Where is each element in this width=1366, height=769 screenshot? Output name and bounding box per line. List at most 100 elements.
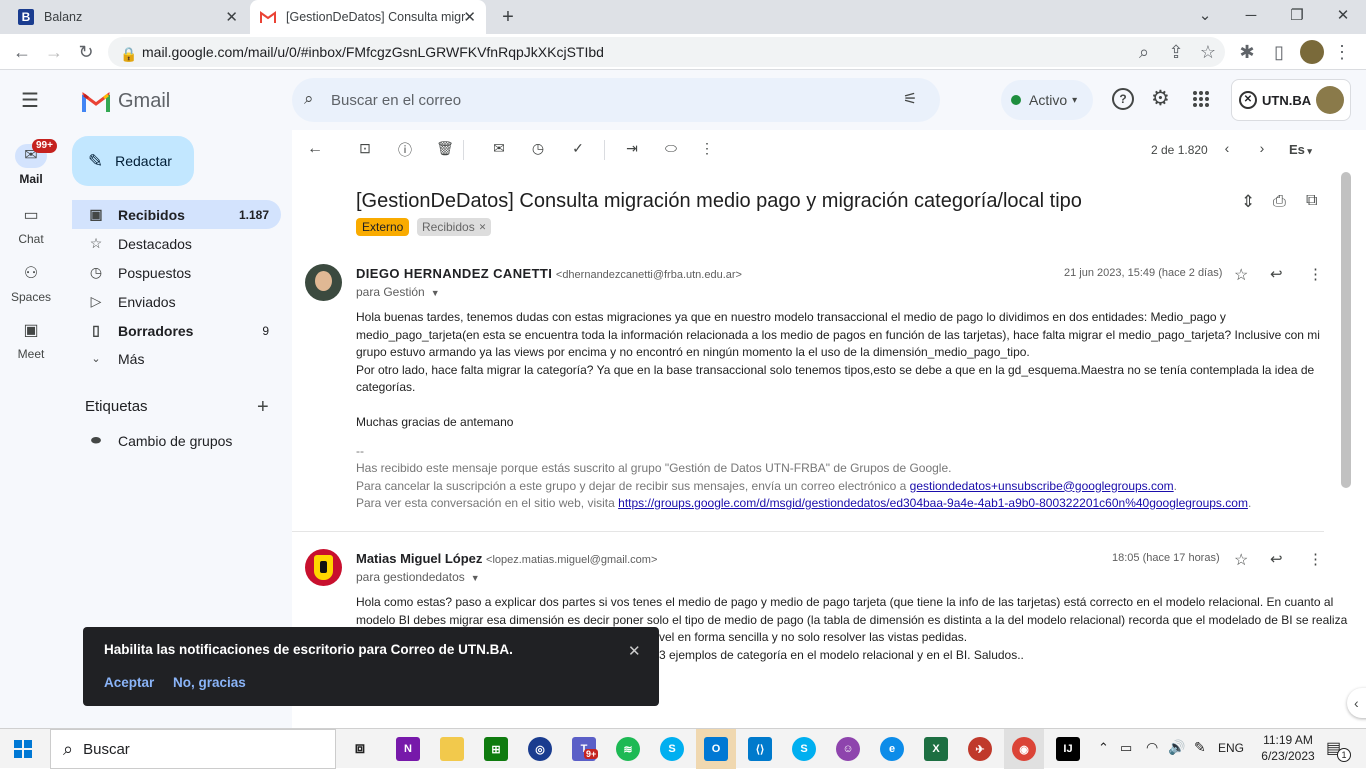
microsoft-store-icon[interactable]: ⊞ [484,737,508,761]
input-tools-button[interactable]: Es ▾ [1289,142,1312,157]
new-tab-button[interactable]: + [496,5,520,29]
clock[interactable]: 11:19 AM 6/23/2023 [1256,732,1320,764]
help-icon[interactable]: ? [1112,88,1134,110]
profile-avatar[interactable] [1300,40,1324,64]
sidebar-item-sent[interactable]: ▷ Enviados [72,287,281,316]
intellij-icon[interactable]: IJ [1056,737,1080,761]
language-indicator[interactable]: ENG [1218,741,1244,755]
sidebar-item-snoozed[interactable]: ◷ Pospuestos [72,258,281,287]
file-explorer-icon[interactable] [440,737,464,761]
add-label-icon[interactable]: + [257,396,269,419]
conversation-link[interactable]: https://groups.google.com/d/msgid/gestio… [618,496,1248,510]
address-bar[interactable]: 🔒 mail.google.com/mail/u/0/#inbox/FMfcgz… [108,37,1225,67]
app-icon[interactable]: ◎ [528,737,552,761]
battery-icon[interactable]: ▭ [1120,740,1132,756]
accept-button[interactable]: Aceptar [104,675,154,690]
move-to-icon[interactable]: ⇥ [621,140,643,160]
print-icon[interactable]: ⎙ [1273,193,1286,211]
collapse-all-icon[interactable]: ⇕ [1241,192,1255,212]
snooze-icon[interactable]: ◷ [527,140,549,160]
unsubscribe-link[interactable]: gestiondedatos+unsubscribe@googlegroups.… [910,479,1174,493]
add-task-icon[interactable]: ✓ [567,140,589,160]
reply-icon[interactable]: ↩ [1270,265,1283,283]
star-icon[interactable]: ☆ [1234,265,1248,285]
tab-balanz[interactable]: B Balanz ✕ [8,0,248,34]
outlook-icon[interactable]: O [704,737,728,761]
forward-icon[interactable]: → [42,40,66,64]
share-icon[interactable]: ⇪ [1164,40,1188,64]
app-icon[interactable]: ☺ [836,737,860,761]
recipients-line[interactable]: para Gestión ▼ [356,285,440,299]
close-tab-icon[interactable]: ✕ [463,8,476,26]
rail-spaces[interactable]: ⚇ Spaces [0,262,62,304]
report-spam-icon[interactable]: ⓘ [394,140,416,160]
back-icon[interactable]: ← [10,40,34,64]
close-icon[interactable]: ✕ [628,642,641,660]
account-switcher[interactable]: ✕ UTN.BA [1231,79,1351,121]
sidebar-item-starred[interactable]: ☆ Destacados [72,229,281,258]
skype-icon[interactable]: S [660,737,684,761]
reload-icon[interactable]: ↻ [74,40,98,64]
windows-start-icon[interactable] [14,740,32,758]
skype-business-icon[interactable]: S [792,737,816,761]
task-view-icon[interactable]: ⧈ [348,737,372,761]
edge-icon[interactable]: e [880,737,904,761]
settings-gear-icon[interactable]: ⚙ [1151,86,1170,111]
volume-icon[interactable]: 🔊 [1168,739,1185,756]
tab-search-icon[interactable]: ⌄ [1182,0,1228,30]
sender-name[interactable]: Matias Miguel López [356,551,482,566]
restore-button[interactable]: ❐ [1274,0,1320,30]
side-panel-icon[interactable]: ▯ [1267,40,1291,64]
inbox-label-chip[interactable]: Recibidos ✕ [417,218,492,236]
sidebar-item-more[interactable]: ⌄ Más [72,344,281,373]
archive-icon[interactable]: ⊡ [354,140,376,160]
compose-button[interactable]: ✎ Redactar [72,136,194,186]
decline-button[interactable]: No, gracias [173,675,246,690]
apps-grid-icon[interactable] [1192,90,1210,108]
label-icon[interactable]: ⬭ [660,140,682,160]
search-icon[interactable]: ⌕ [304,89,314,109]
gmail-logo[interactable]: Gmail [82,90,170,113]
open-new-window-icon[interactable]: ⧉ [1306,192,1317,210]
sidebar-item-inbox[interactable]: ▣ Recibidos 1.187 [72,200,281,229]
taskbar-search[interactable]: ⌕ Buscar [50,729,336,769]
recipients-line[interactable]: para gestiondedatos ▼ [356,570,480,584]
newer-chevron-icon[interactable]: ‹ [1216,140,1238,160]
browser-menu-icon[interactable]: ⋮ [1330,40,1354,64]
search-input[interactable]: ⌕ Buscar en el correo ⚟ [292,78,940,122]
extensions-icon[interactable]: ✱ [1235,40,1259,64]
excel-icon[interactable]: X [924,737,948,761]
message-more-icon[interactable]: ⋮ [1308,550,1323,568]
mark-unread-icon[interactable]: ✉ [488,140,510,160]
main-menu-icon[interactable]: ☰ [18,88,42,112]
status-selector[interactable]: Activo ▾ [1001,80,1093,120]
more-options-icon[interactable]: ⋮ [696,140,718,160]
star-icon[interactable]: ☆ [1234,550,1248,570]
rail-meet[interactable]: ▣ Meet [0,319,62,361]
scrollbar-thumb[interactable] [1341,172,1351,488]
onenote-icon[interactable]: N [396,737,420,761]
rail-mail[interactable]: ✉ 99+ Mail [0,139,62,186]
close-window-button[interactable]: ✕ [1320,0,1366,30]
sender-avatar[interactable] [305,549,342,586]
search-options-icon[interactable]: ⚟ [903,89,917,109]
zoom-search-icon[interactable]: ⌕ [1132,40,1156,64]
app-icon[interactable]: ✈ [968,737,992,761]
sender-name[interactable]: DIEGO HERNANDEZ CANETTI [356,266,552,281]
sidebar-item-drafts[interactable]: ▯ Borradores 9 [72,316,281,345]
sender-avatar[interactable] [305,264,342,301]
delete-icon[interactable]: 🗑 [434,140,456,160]
reply-icon[interactable]: ↩ [1270,550,1283,568]
bookmark-star-icon[interactable]: ☆ [1196,40,1220,64]
tab-gmail[interactable]: [GestionDeDatos] Consulta migra ✕ [250,0,486,34]
close-tab-icon[interactable]: ✕ [225,8,238,26]
chrome-icon[interactable]: ◉ [1012,737,1036,761]
show-hidden-icons[interactable]: ⌃ [1098,740,1109,756]
pen-icon[interactable]: ✎ [1194,739,1206,756]
rail-chat[interactable]: ▭ Chat [0,204,62,246]
spotify-icon[interactable]: ≋ [616,737,640,761]
older-chevron-icon[interactable]: › [1251,140,1273,160]
vscode-icon[interactable]: ⟨⟩ [748,737,772,761]
minimize-button[interactable]: ─ [1228,0,1274,30]
remove-label-icon[interactable]: ✕ [479,218,487,236]
